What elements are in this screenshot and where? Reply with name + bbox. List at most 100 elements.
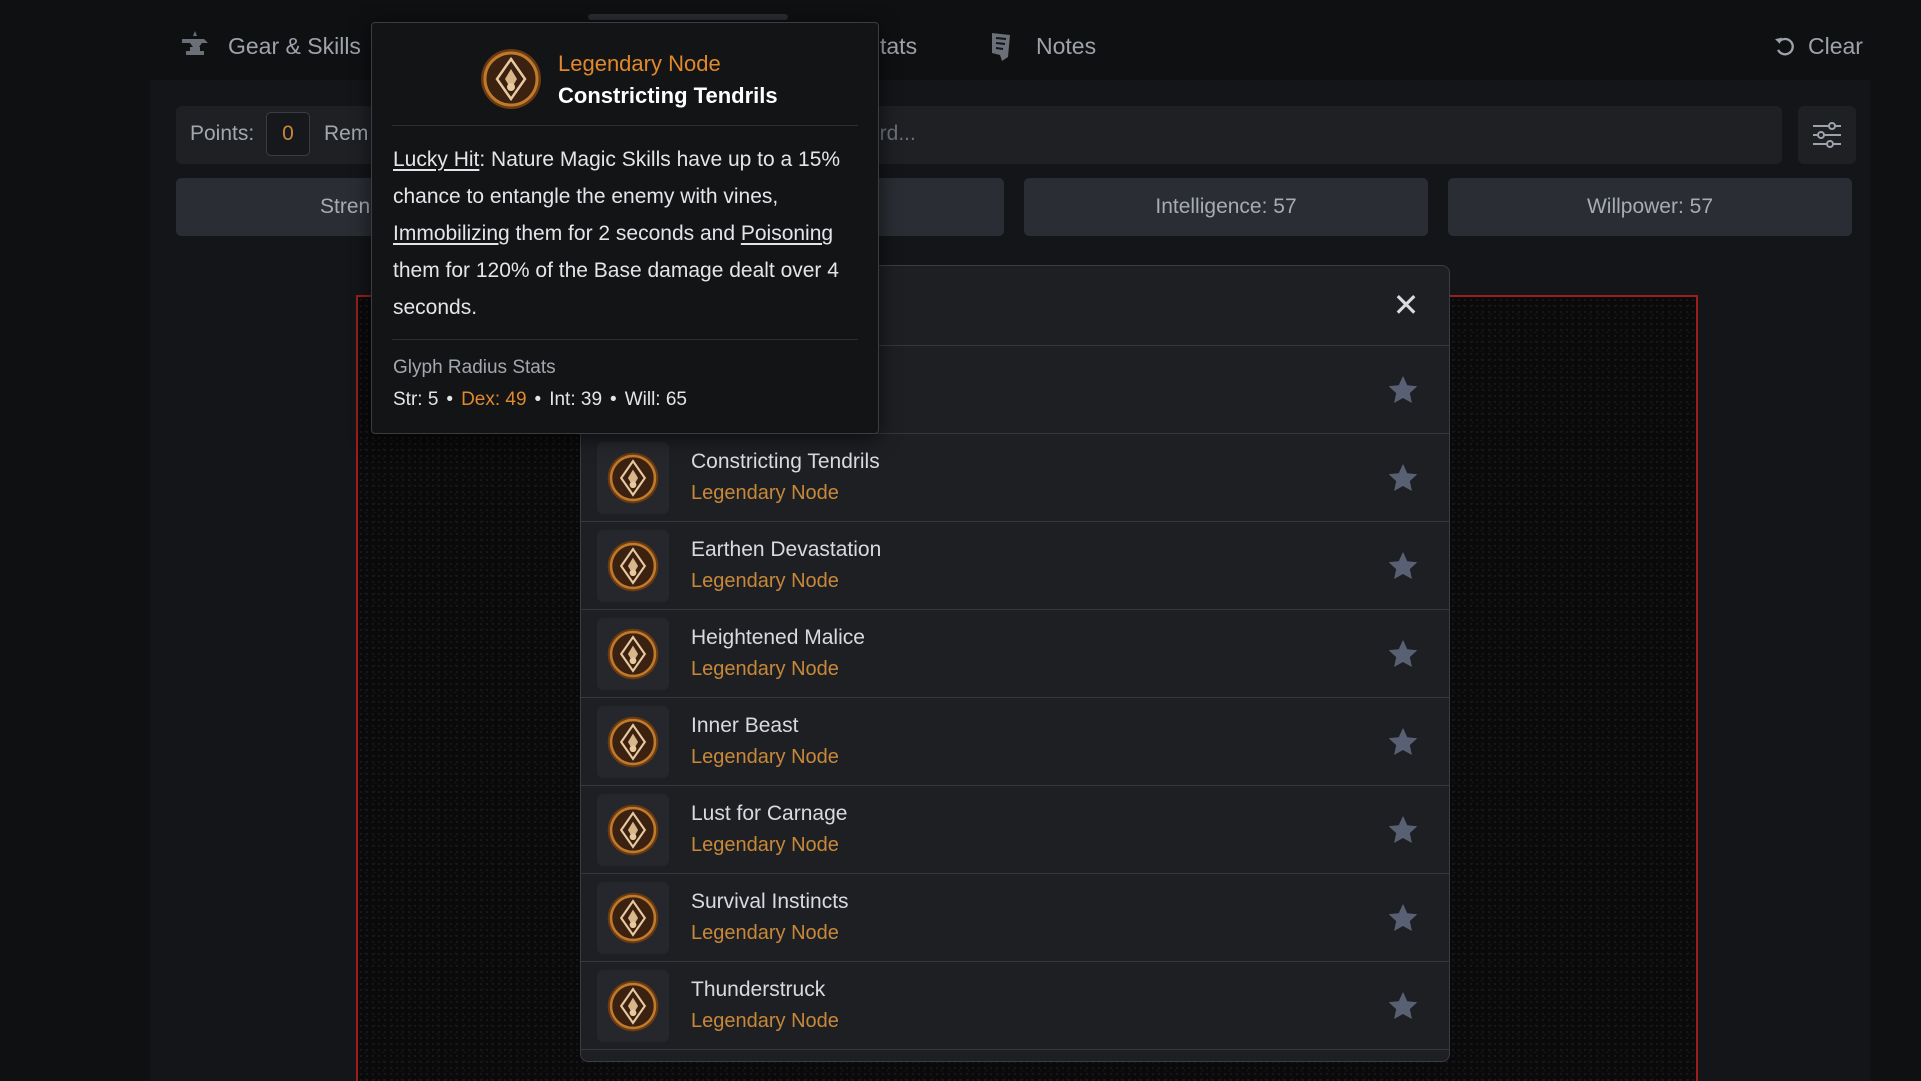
row-subtitle: Legendary Node bbox=[691, 1010, 839, 1032]
glyph-radius-label: Glyph Radius Stats bbox=[393, 357, 556, 378]
list-item[interactable]: Constricting Tendrils Legendary Node bbox=[581, 434, 1449, 522]
legendary-node-icon bbox=[607, 804, 659, 855]
nav-notes-label: Notes bbox=[1036, 32, 1097, 59]
node-icon-frame bbox=[597, 969, 669, 1042]
sliders-icon bbox=[1813, 122, 1841, 148]
clear-button[interactable]: Clear bbox=[1772, 26, 1863, 66]
nav-stats-label: tats bbox=[880, 32, 918, 59]
keyword-lucky-hit[interactable]: Lucky Hit bbox=[393, 148, 479, 171]
list-item[interactable]: Thunderstruck Legendary Node bbox=[581, 962, 1449, 1050]
desc-text-3: them for 120% of the Base damage dealt o… bbox=[393, 259, 839, 319]
star-icon bbox=[1388, 640, 1418, 667]
tooltip-name: Constricting Tendrils bbox=[558, 83, 778, 108]
favorite-star-button[interactable] bbox=[1387, 990, 1419, 1022]
row-title: Earthen Devastation bbox=[691, 538, 882, 561]
row-title: Heightened Malice bbox=[691, 626, 865, 649]
stat-dex: Dex: 49 bbox=[461, 389, 527, 410]
separator: • bbox=[446, 389, 454, 410]
star-icon bbox=[1388, 816, 1418, 843]
clear-label: Clear bbox=[1808, 32, 1863, 59]
tooltip-divider bbox=[392, 125, 858, 126]
node-icon-frame bbox=[597, 529, 669, 602]
node-tooltip: Legendary Node Constricting Tendrils Luc… bbox=[371, 22, 879, 434]
legendary-node-icon bbox=[607, 540, 659, 591]
row-title: Constricting Tendrils bbox=[691, 450, 880, 473]
favorite-star-button[interactable] bbox=[1387, 726, 1419, 758]
star-icon bbox=[1388, 376, 1418, 403]
list-item[interactable]: Earthen Devastation Legendary Node bbox=[581, 522, 1449, 610]
row-title: Survival Instincts bbox=[691, 890, 849, 913]
stat-str: Str: 5 bbox=[393, 389, 439, 410]
list-item[interactable]: Survival Instincts Legendary Node bbox=[581, 874, 1449, 962]
legendary-node-icon bbox=[607, 628, 659, 679]
node-icon-frame bbox=[597, 705, 669, 778]
tooltip-divider bbox=[392, 339, 858, 340]
tooltip-description: Lucky Hit: Nature Magic Skills have up t… bbox=[393, 141, 863, 326]
nav-gear-skills[interactable]: Gear & Skills bbox=[178, 26, 361, 66]
favorite-star-button[interactable] bbox=[1387, 374, 1419, 406]
filter-button[interactable] bbox=[1798, 106, 1856, 164]
willpower-button[interactable]: Willpower: 57 bbox=[1448, 178, 1852, 236]
legendary-node-icon bbox=[481, 49, 541, 109]
row-subtitle: Legendary Node bbox=[691, 570, 839, 592]
favorite-star-button[interactable] bbox=[1387, 902, 1419, 934]
intelligence-button[interactable]: Intelligence: 57 bbox=[1024, 178, 1428, 236]
nav-gear-label: Gear & Skills bbox=[228, 32, 361, 59]
favorite-star-button[interactable] bbox=[1387, 550, 1419, 582]
star-icon bbox=[1388, 992, 1418, 1019]
favorite-star-button[interactable] bbox=[1387, 814, 1419, 846]
node-icon-frame bbox=[597, 881, 669, 954]
separator: • bbox=[610, 389, 617, 410]
favorite-star-button[interactable] bbox=[1387, 462, 1419, 494]
legendary-node-icon bbox=[607, 452, 659, 503]
row-text: Heightened Malice Legendary Node bbox=[691, 626, 865, 681]
legendary-node-icon bbox=[607, 892, 659, 943]
stat-will: Will: 65 bbox=[624, 389, 687, 410]
node-icon-frame bbox=[597, 441, 669, 514]
list-item[interactable]: Inner Beast Legendary Node bbox=[581, 698, 1449, 786]
keyword-poisoning[interactable]: Poisoning bbox=[741, 222, 833, 245]
row-text: Survival Instincts Legendary Node bbox=[691, 890, 849, 945]
points-value: 0 bbox=[266, 112, 310, 156]
favorite-star-button[interactable] bbox=[1387, 638, 1419, 670]
row-title: Inner Beast bbox=[691, 714, 799, 737]
legendary-node-icon bbox=[607, 716, 659, 767]
active-tab-indicator bbox=[588, 14, 788, 20]
glyph-radius-stats: Str: 5 • Dex: 49 • Int: 39 • Will: 65 bbox=[393, 389, 687, 411]
remaining-label: Rem bbox=[324, 122, 369, 145]
row-subtitle: Legendary Node bbox=[691, 482, 839, 504]
desc-text-2: them for 2 seconds and bbox=[509, 222, 741, 245]
row-text: Constricting Tendrils Legendary Node bbox=[691, 450, 880, 505]
notes-icon bbox=[992, 33, 1010, 61]
legendary-node-icon bbox=[607, 980, 659, 1031]
row-subtitle: Legendary Node bbox=[691, 922, 839, 944]
separator: • bbox=[534, 389, 542, 410]
top-nav: Gear & Skills tats Notes Clear bbox=[0, 0, 1921, 92]
undo-icon bbox=[1775, 37, 1794, 56]
row-text: Inner Beast Legendary Node bbox=[691, 714, 839, 769]
list-item[interactable]: Lust for Carnage Legendary Node bbox=[581, 786, 1449, 874]
node-icon-frame bbox=[597, 617, 669, 690]
row-subtitle: Legendary Node bbox=[691, 746, 839, 768]
row-title: Lust for Carnage bbox=[691, 802, 848, 825]
star-icon bbox=[1388, 728, 1418, 755]
close-icon[interactable]: ✕ bbox=[1389, 288, 1423, 322]
anvil-icon bbox=[182, 31, 208, 55]
star-icon bbox=[1388, 552, 1418, 579]
row-text: Lust for Carnage Legendary Node bbox=[691, 802, 847, 857]
tooltip-type: Legendary Node bbox=[558, 51, 721, 76]
node-icon-frame bbox=[597, 793, 669, 866]
row-title: Thunderstruck bbox=[691, 978, 826, 1001]
row-text: Thunderstruck Legendary Node bbox=[691, 978, 839, 1033]
list-item[interactable]: Heightened Malice Legendary Node bbox=[581, 610, 1449, 698]
star-icon bbox=[1388, 904, 1418, 931]
row-text: Earthen Devastation Legendary Node bbox=[691, 538, 881, 593]
points-label: Points: bbox=[190, 122, 255, 145]
nav-stats[interactable]: tats bbox=[880, 26, 917, 66]
nav-notes[interactable]: Notes bbox=[986, 26, 1096, 66]
row-subtitle: Legendary Node bbox=[691, 834, 839, 856]
row-subtitle: Legendary Node bbox=[691, 658, 839, 680]
stat-int: Int: 39 bbox=[549, 389, 603, 410]
star-icon bbox=[1388, 464, 1418, 491]
keyword-immobilizing[interactable]: Immobilizing bbox=[393, 222, 510, 245]
